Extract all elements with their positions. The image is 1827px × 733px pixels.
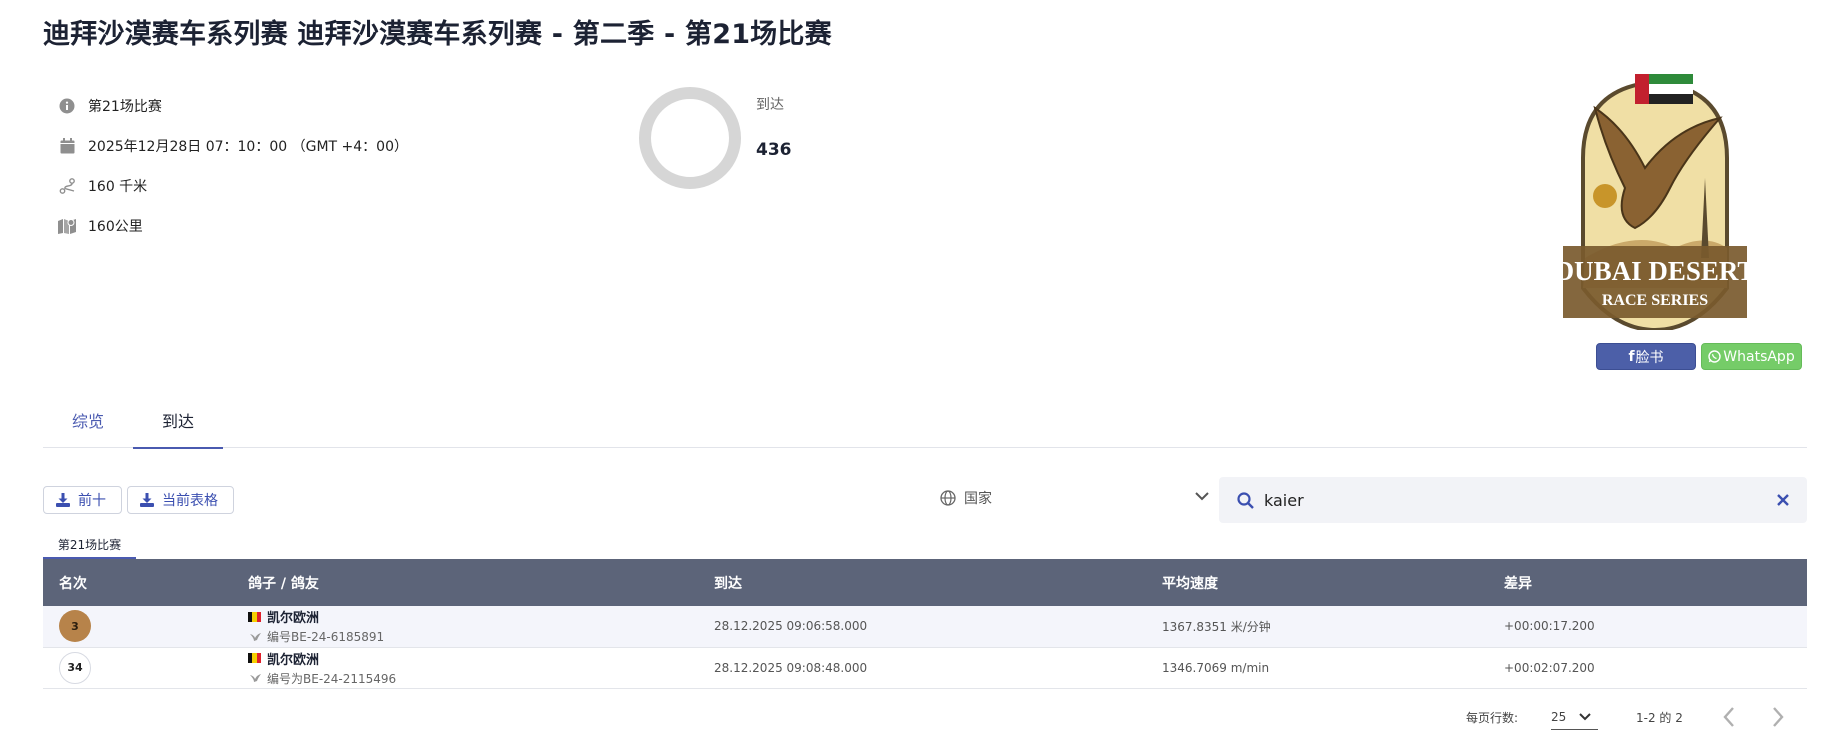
rank-badge: 34 [59,651,91,684]
header-pigeon[interactable]: 鸽子 / 鸽友 [248,559,714,606]
belgium-flag-icon [248,653,261,663]
info-icon [58,97,76,115]
dubai-desert-race-series-logo: DUBAI DESERT RACE SERIES [1555,68,1755,333]
arrivals-donut-chart [638,86,742,190]
route-icon [58,177,76,195]
distance-text: 160 千米 [88,179,148,195]
page-title: 迪拜沙漠赛车系列赛 迪拜沙漠赛车系列赛 - 第二季 - 第21场比赛 [43,19,832,50]
header-rank[interactable]: 名次 [43,559,248,606]
arrivals-count: 436 [756,140,792,160]
ring-number: 编号为BE-24-2115496 [267,671,397,686]
header-diff[interactable]: 差异 [1504,559,1807,606]
facebook-icon: f [1628,348,1635,365]
whatsapp-label: WhatsApp [1723,348,1795,365]
share-whatsapp-button[interactable]: WhatsApp [1701,343,1802,370]
download-table-label: 当前表格 [162,493,218,509]
download-icon [140,493,154,507]
datetime-text: 2025年12月28日 07：10：00 （GMT +4：00） [88,139,408,155]
time-difference: +00:00:17.200 [1504,606,1807,648]
chevron-left-icon [1723,707,1734,727]
country-placeholder: 国家 [964,491,992,507]
rows-per-page-value: 25 [1551,709,1567,724]
owner-name[interactable]: 凯尔欧洲 [267,649,319,668]
download-current-table-button[interactable]: 当前表格 [127,486,234,514]
table-row[interactable]: 3 凯尔欧洲 编号BE-24-6185891 28.12.2025 09:06:… [43,606,1807,648]
logo-text-line1: DUBAI DESERT [1555,256,1755,286]
map-icon [58,217,76,235]
table-header-row: 名次 鸽子 / 鸽友 到达 平均速度 差异 [43,559,1807,606]
pagination-range: 1-2 的 2 [1636,710,1683,725]
header-arrival[interactable]: 到达 [714,559,1162,606]
info-race-name: 第21场比赛 [58,86,408,126]
rows-per-page-select[interactable]: 25 [1551,704,1598,730]
country-select[interactable]: 国家 [940,478,1210,518]
search-icon [1237,491,1254,509]
download-top10-label: 前十 [78,493,106,509]
rank-badge: 3 [59,610,91,643]
results-table: 名次 鸽子 / 鸽友 到达 平均速度 差异 3 凯尔欧洲 编号BE-24-618… [43,559,1807,689]
tab-overview[interactable]: 综览 [43,392,133,448]
facebook-label: 脸书 [1635,349,1664,366]
pigeon-icon [250,632,261,642]
info-distance-alt: 160公里 [58,206,408,246]
owner-name[interactable]: 凯尔欧洲 [267,607,319,626]
race-subtab[interactable]: 第21场比赛 [43,532,136,559]
belgium-flag-icon [248,611,261,622]
header-speed[interactable]: 平均速度 [1162,559,1504,606]
time-difference: +00:02:07.200 [1504,647,1807,689]
average-speed: 1367.8351 米/分钟 [1162,606,1504,648]
arrival-time: 28.12.2025 09:06:58.000 [714,606,1162,648]
next-page-button[interactable] [1771,704,1785,730]
arrivals-label: 到达 [756,97,784,113]
tab-arrivals[interactable]: 到达 [133,392,223,449]
search-box [1219,477,1807,523]
clear-search-icon[interactable] [1777,494,1789,506]
chevron-down-icon [1194,490,1210,506]
logo-text-line2: RACE SERIES [1602,292,1708,309]
info-datetime: 2025年12月28日 07：10：00 （GMT +4：00） [58,126,408,166]
table-row[interactable]: 34 凯尔欧洲 编号为BE-24-2115496 28.12.2025 09:0… [43,647,1807,689]
distance-alt-text: 160公里 [88,219,143,235]
tab-bar: 综览 到达 [43,392,1807,449]
info-distance: 160 千米 [58,166,408,206]
race-name-text: 第21场比赛 [88,99,162,115]
previous-page-button[interactable] [1722,704,1736,730]
search-input[interactable] [1264,490,1777,510]
share-facebook-button[interactable]: f 脸书 [1596,343,1696,370]
race-info-list: 第21场比赛 2025年12月28日 07：10：00 （GMT +4：00） … [58,86,408,246]
rows-per-page-label: 每页行数: [1466,710,1519,725]
calendar-icon [58,137,76,155]
globe-icon [940,490,956,506]
pigeon-icon [250,673,261,683]
chevron-down-icon [1578,712,1592,722]
download-top10-button[interactable]: 前十 [43,486,122,514]
ring-number: 编号BE-24-6185891 [267,630,385,645]
average-speed: 1346.7069 m/min [1162,647,1504,689]
chevron-right-icon [1773,707,1784,727]
arrival-time: 28.12.2025 09:08:48.000 [714,647,1162,689]
download-icon [56,493,70,507]
whatsapp-icon [1708,350,1721,363]
